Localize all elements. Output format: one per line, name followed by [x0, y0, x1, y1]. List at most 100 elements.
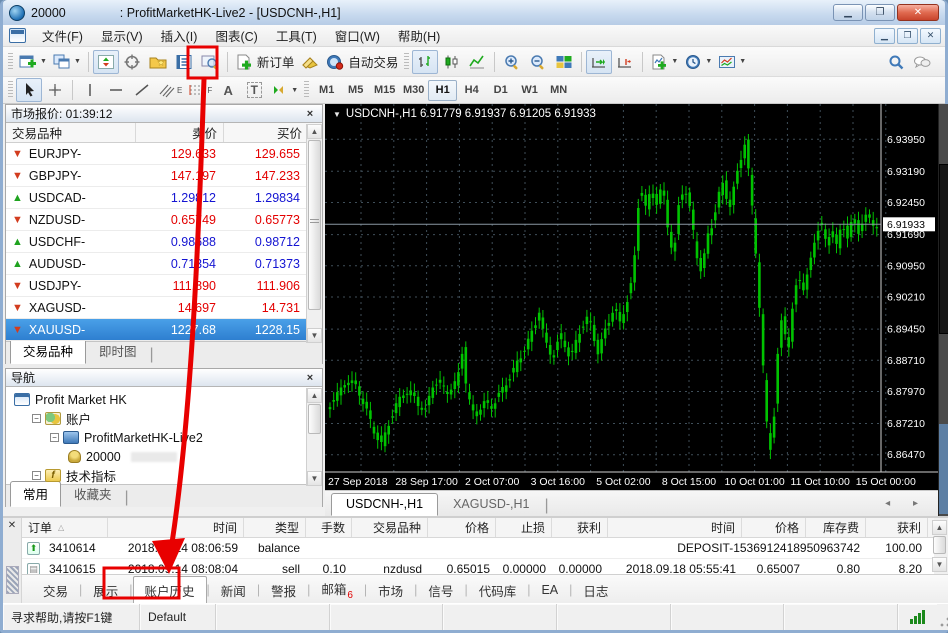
terminal-column-5[interactable]: 价格: [428, 518, 496, 537]
market-watch-row[interactable]: ▼XAGUSD-14.69714.731: [6, 297, 322, 319]
bar-chart-button[interactable]: [412, 50, 438, 74]
navigator-toggle-button[interactable]: [145, 50, 171, 74]
terminal-tab-EA[interactable]: EA: [530, 579, 569, 601]
auto-trading-button[interactable]: 自动交易: [323, 50, 401, 74]
terminal-column-10[interactable]: 库存费: [806, 518, 866, 537]
history-row[interactable]: ▤34106152018.09.14 08:08:04sell0.10nzdus…: [22, 559, 934, 574]
new-order-button[interactable]: 新订单: [232, 50, 298, 74]
navigator-scrollbar[interactable]: ▲ ▼: [306, 388, 322, 486]
timeframe-button-H1[interactable]: H1: [428, 80, 457, 101]
column-bid[interactable]: 卖价: [136, 123, 224, 142]
metaeditor-button[interactable]: [297, 50, 323, 74]
equidistant-channel-tool-button[interactable]: E: [155, 78, 185, 102]
close-icon[interactable]: ×: [303, 372, 317, 384]
chart-tab-1[interactable]: XAGUSD-,H1: [438, 493, 544, 516]
mdi-close-button[interactable]: ✕: [920, 28, 941, 44]
column-ask[interactable]: 买价: [224, 123, 308, 142]
market-watch-row[interactable]: ▼USDJPY-111.890111.906: [6, 275, 322, 297]
chart-tab-scroll-arrows[interactable]: ◂ ▸: [885, 498, 928, 509]
restore-button[interactable]: ❐: [865, 4, 895, 21]
dropdown-arrow-icon[interactable]: ▼: [739, 58, 746, 65]
dropdown-arrow-icon[interactable]: ▼: [671, 58, 678, 65]
navigator-item-accounts[interactable]: −账户: [6, 409, 322, 428]
close-icon[interactable]: ✕: [3, 518, 21, 531]
zoom-in-button[interactable]: [499, 50, 525, 74]
terminal-column-6[interactable]: 止损: [496, 518, 552, 537]
mdi-scrollbar[interactable]: [938, 104, 948, 516]
search-button[interactable]: [883, 50, 909, 74]
terminal-tab-市场[interactable]: 市场: [367, 577, 414, 604]
market-watch-row[interactable]: ▼EURJPY-129.633129.655: [6, 143, 322, 165]
mdi-minimize-button[interactable]: ▁: [874, 28, 895, 44]
chevron-down-icon[interactable]: ▼: [333, 110, 341, 119]
zoom-out-button[interactable]: [525, 50, 551, 74]
terminal-toggle-button[interactable]: [171, 50, 197, 74]
strategy-tester-button[interactable]: [197, 50, 223, 74]
mdi-restore-button[interactable]: ❐: [897, 28, 918, 44]
navigator-item-findicator[interactable]: −f技术指标: [6, 466, 322, 485]
scroll-up-icon[interactable]: ▲: [307, 124, 322, 139]
terminal-tab-展示[interactable]: 展示: [82, 577, 129, 604]
menu-item-I[interactable]: 插入(I): [152, 23, 207, 48]
timeframe-button-MN[interactable]: MN: [544, 80, 573, 101]
chart-shift-button[interactable]: [612, 50, 638, 74]
dropdown-arrow-icon[interactable]: ▼: [40, 58, 47, 65]
terminal-column-1[interactable]: 时间: [108, 518, 244, 537]
column-symbol[interactable]: 交易品种: [6, 123, 136, 142]
chart-area[interactable]: 6.939506.931906.924506.916906.909506.902…: [325, 104, 938, 490]
tree-expander-icon[interactable]: −: [32, 471, 41, 480]
text-label-tool-button[interactable]: T: [241, 78, 267, 102]
timeframe-button-M30[interactable]: M30: [399, 80, 428, 101]
scroll-down-icon[interactable]: ▼: [932, 557, 947, 572]
profiles-button[interactable]: ▼: [50, 50, 84, 74]
cursor-tool-button[interactable]: [16, 78, 42, 102]
terminal-column-2[interactable]: 类型: [244, 518, 306, 537]
candlestick-button[interactable]: [438, 50, 464, 74]
vertical-line-tool-button[interactable]: [77, 78, 103, 102]
arrows-tool-button[interactable]: ▼: [267, 78, 301, 102]
dropdown-arrow-icon[interactable]: ▼: [291, 87, 298, 94]
templates-button[interactable]: ▼: [715, 50, 749, 74]
market-watch-row[interactable]: ▼NZDUSD-0.657490.65773: [6, 209, 322, 231]
navigator-item-platform[interactable]: Profit Market HK: [6, 390, 322, 409]
trendline-tool-button[interactable]: [129, 78, 155, 102]
terminal-grip-icon[interactable]: [6, 566, 19, 594]
terminal-column-7[interactable]: 获利: [552, 518, 608, 537]
scroll-down-icon[interactable]: ▼: [307, 471, 322, 486]
timeframe-button-M1[interactable]: M1: [312, 80, 341, 101]
status-profile[interactable]: Default: [140, 604, 216, 630]
menu-item-V[interactable]: 显示(V): [92, 23, 152, 48]
minimize-button[interactable]: ▁: [833, 4, 863, 21]
terminal-column-9[interactable]: 价格: [742, 518, 806, 537]
new-chart-button[interactable]: ▼: [16, 50, 50, 74]
terminal-column-0[interactable]: 订单 △: [22, 518, 108, 537]
market-watch-row[interactable]: ▼XAUUSD-1227.681228.15: [6, 319, 322, 341]
timeframe-button-M15[interactable]: M15: [370, 80, 399, 101]
tree-expander-icon[interactable]: −: [32, 414, 41, 423]
terminal-tab-日志[interactable]: 日志: [572, 577, 619, 604]
terminal-tab-交易[interactable]: 交易: [32, 577, 79, 604]
terminal-column-11[interactable]: 获利: [866, 518, 928, 537]
terminal-tab-代码库[interactable]: 代码库: [468, 577, 528, 604]
chart-tab-0[interactable]: USDCNH-,H1: [331, 493, 438, 516]
tree-expander-icon[interactable]: −: [50, 433, 59, 442]
menu-item-H[interactable]: 帮助(H): [389, 23, 449, 48]
menu-item-C[interactable]: 图表(C): [206, 23, 266, 48]
dropdown-arrow-icon[interactable]: ▼: [74, 58, 81, 65]
auto-scroll-button[interactable]: [586, 50, 612, 74]
terminal-tab-邮箱[interactable]: 邮箱6: [310, 575, 364, 605]
terminal-column-4[interactable]: 交易品种: [352, 518, 428, 537]
tile-windows-button[interactable]: [551, 50, 577, 74]
scroll-down-icon[interactable]: ▼: [307, 328, 322, 343]
resize-grip[interactable]: [937, 603, 948, 630]
terminal-column-3[interactable]: 手数: [306, 518, 352, 537]
dropdown-arrow-icon[interactable]: ▼: [705, 58, 712, 65]
market-watch-tab-0[interactable]: 交易品种: [10, 338, 86, 364]
terminal-scrollbar[interactable]: ▲ ▼: [932, 520, 947, 572]
chat-button[interactable]: [909, 50, 935, 74]
market-watch-toggle-button[interactable]: [93, 50, 119, 74]
market-watch-row[interactable]: ▼GBPJPY-147.197147.233: [6, 165, 322, 187]
terminal-column-8[interactable]: 时间: [608, 518, 742, 537]
timeframe-button-M5[interactable]: M5: [341, 80, 370, 101]
navigator-item-account[interactable]: 20000: [6, 447, 322, 466]
